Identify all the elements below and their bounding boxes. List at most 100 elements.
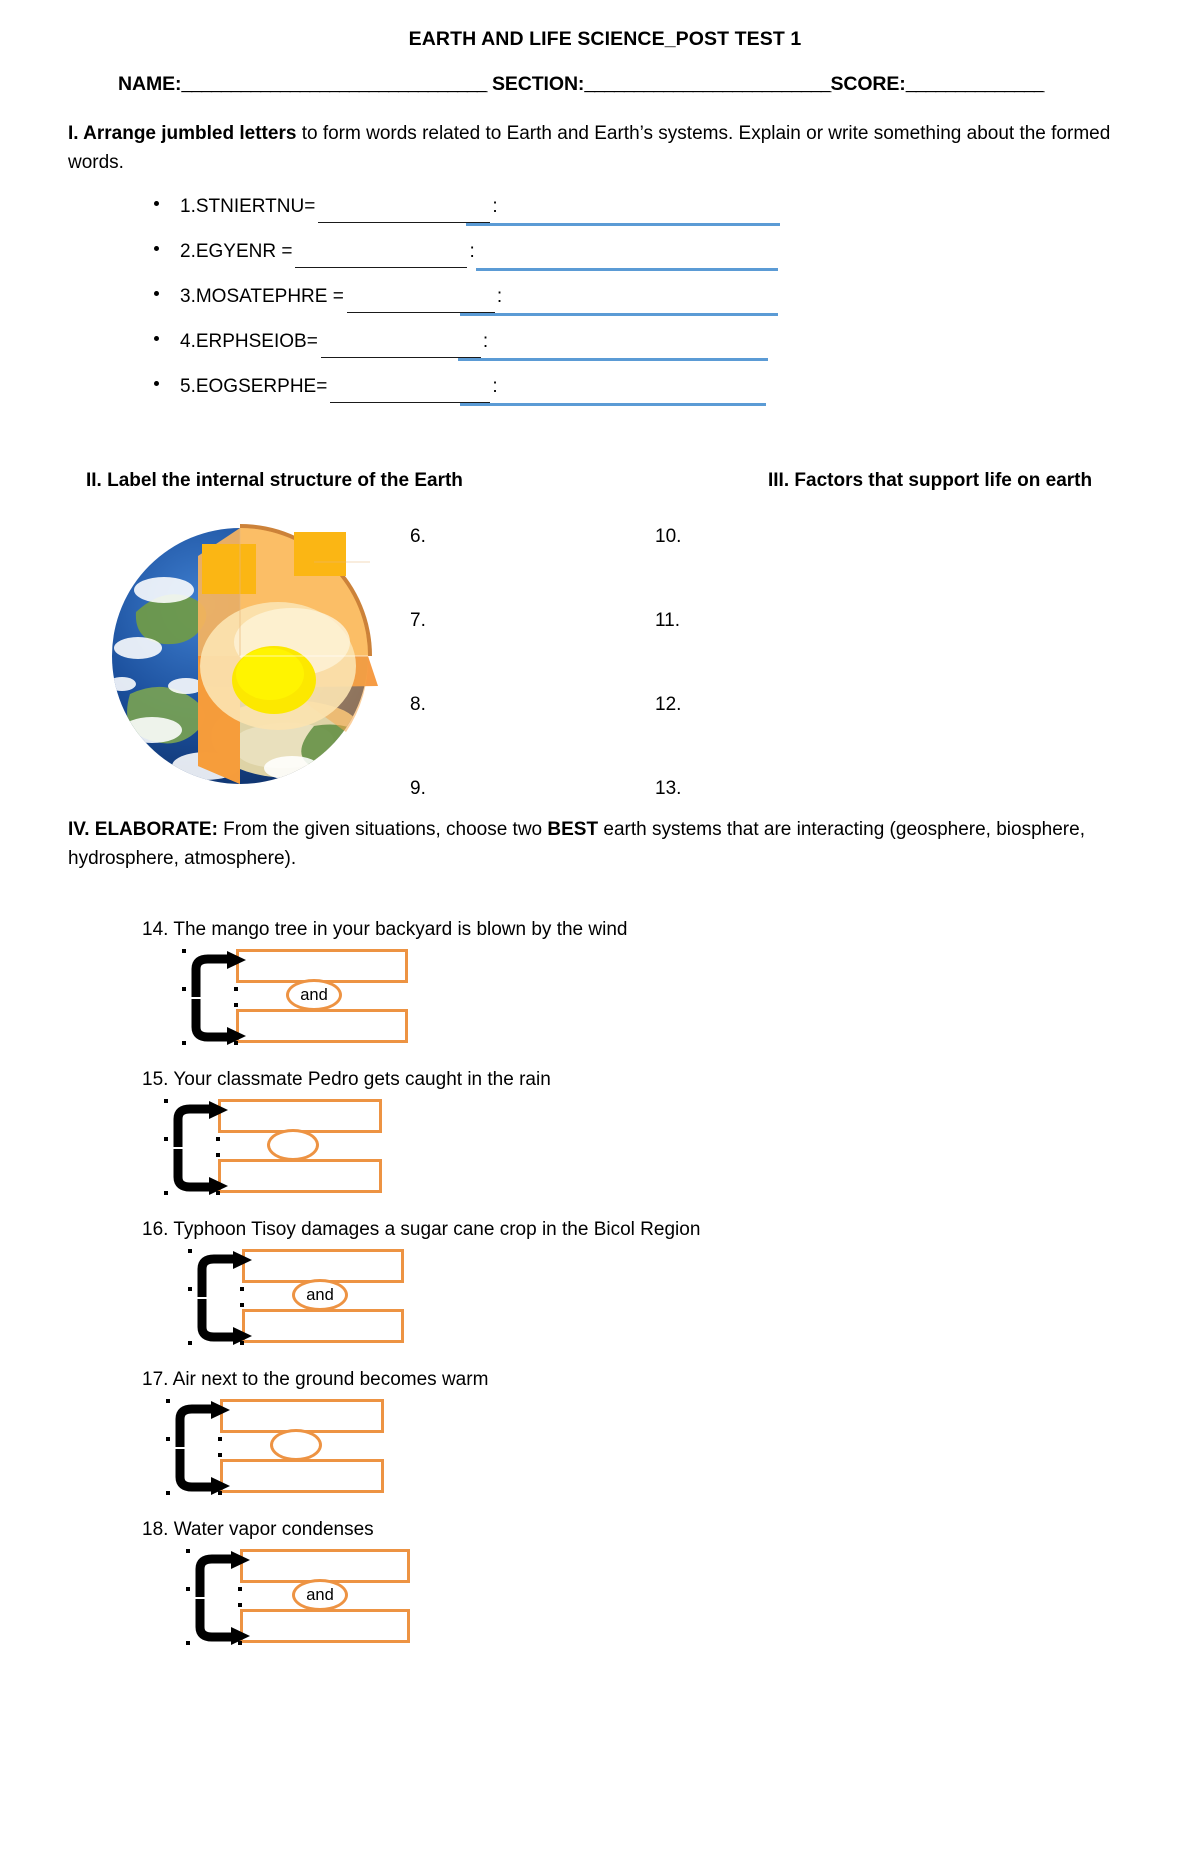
selection-handle [166, 1437, 170, 1441]
interaction-diagram: and [0, 947, 1200, 1049]
jumbled-letter-item: 2.EGYENR =: [68, 238, 1120, 283]
colon-separator: : [496, 286, 503, 307]
section-three-heading: III. Factors that support life on earth [768, 470, 1093, 491]
earth-system-box-top[interactable] [218, 1099, 382, 1133]
elbow-arrow-bottom-icon [190, 1597, 252, 1650]
and-connector-oval[interactable] [270, 1429, 322, 1461]
selection-handle [186, 1587, 190, 1591]
answer-blank[interactable] [318, 205, 491, 223]
earth-cutaway-icon [112, 524, 378, 784]
name-blank[interactable]: _______________________________ [181, 73, 487, 95]
section-three-number-column: 10. 11. 12. 13. [655, 526, 681, 862]
jumbled-word: 5.EOGSERPHE= [180, 376, 328, 397]
section-four-heading-best: BEST [547, 819, 599, 840]
elaborate-question: 18. Water vapor condenses and [0, 1519, 1200, 1649]
earth-system-box-top[interactable] [220, 1399, 384, 1433]
selection-handle [216, 1191, 220, 1195]
selection-handle [240, 1303, 244, 1307]
earth-system-box-top[interactable] [236, 949, 408, 983]
elbow-arrow-bottom-icon [168, 1147, 230, 1200]
earth-system-box-top[interactable] [240, 1549, 410, 1583]
section-two-heading: II. Label the internal structure of the … [86, 470, 463, 491]
explanation-line[interactable] [460, 313, 778, 316]
question-text: 17. Air next to the ground becomes warm [142, 1369, 489, 1390]
label-square-left [202, 544, 256, 594]
explanation-line[interactable] [476, 268, 778, 271]
selection-handle [238, 1641, 242, 1645]
jumbled-letter-item: 3.MOSATEPHRE =: [68, 283, 1120, 328]
selection-handle [234, 1041, 238, 1045]
jumbled-letter-item: 1.STNIERTNU=: [68, 193, 1120, 238]
explanation-line[interactable] [466, 223, 780, 226]
interaction-diagram: and [0, 1247, 1200, 1349]
answer-blank[interactable] [295, 250, 468, 268]
score-blank[interactable]: ______________ [906, 73, 1045, 95]
answer-number-item: 6. [410, 526, 426, 610]
answer-number-label: 6. [410, 526, 426, 547]
identification-line: NAME:_______________________________ SEC… [0, 73, 1200, 96]
answer-number-item: 11. [655, 610, 681, 694]
question-text: 14. The mango tree in your backyard is b… [142, 919, 628, 940]
answer-number-item: 7. [410, 610, 426, 694]
jumbled-word: 4.ERPHSEIOB= [180, 331, 318, 352]
explanation-line[interactable] [458, 358, 768, 361]
and-connector-oval[interactable]: and [292, 1279, 348, 1311]
section-four-heading-bold: IV. ELABORATE: [68, 819, 218, 840]
answer-number-label: 8. [410, 694, 426, 715]
earth-system-box-bottom[interactable] [218, 1159, 382, 1193]
earth-system-box-bottom[interactable] [220, 1459, 384, 1493]
colon-separator: : [469, 241, 475, 262]
jumbled-letter-item: 4.ERPHSEIOB=: [68, 328, 1120, 373]
elaborate-question: 14. The mango tree in your backyard is b… [0, 919, 1200, 1049]
answer-number-item: 8. [410, 694, 426, 778]
elbow-arrow-bottom-icon [170, 1447, 232, 1500]
answer-number-label: 13. [655, 778, 682, 799]
answer-number-label: 11. [655, 610, 681, 631]
name-label: NAME: [118, 73, 182, 95]
bullet-icon [154, 336, 159, 341]
section-label: SECTION: [491, 73, 585, 95]
elbow-arrow-bottom-icon [186, 997, 248, 1050]
selection-handle [234, 1003, 238, 1007]
score-label: SCORE: [830, 73, 906, 95]
section-two-three-headings: II. Label the internal structure of the … [0, 470, 1200, 498]
and-connector-oval[interactable] [267, 1129, 319, 1161]
answer-number-item: 9. [410, 778, 426, 862]
selection-handle [188, 1249, 192, 1253]
selection-handle [240, 1287, 244, 1291]
section-four: IV. ELABORATE: From the given situations… [0, 816, 1200, 873]
selection-handle [216, 1153, 220, 1157]
explanation-line[interactable] [460, 403, 766, 406]
earth-system-box-bottom[interactable] [236, 1009, 408, 1043]
section-blank[interactable]: _________________________ [584, 73, 831, 95]
answer-number-item: 13. [655, 778, 681, 862]
elaborate-questions: 14. The mango tree in your backyard is b… [0, 919, 1200, 1649]
question-text: 15. Your classmate Pedro gets caught in … [142, 1069, 551, 1090]
jumbled-word: 1.STNIERTNU= [180, 196, 316, 217]
section-four-heading-mid: From the given situations, choose two [217, 819, 548, 840]
and-connector-oval[interactable]: and [286, 979, 342, 1011]
selection-handle [218, 1453, 222, 1457]
elbow-arrow-bottom-icon [192, 1297, 254, 1350]
elaborate-question: 17. Air next to the ground becomes warm [0, 1369, 1200, 1499]
answer-blank[interactable] [346, 295, 495, 313]
answer-blank[interactable] [330, 385, 491, 403]
and-connector-oval[interactable]: and [292, 1579, 348, 1611]
answer-number-label: 12. [655, 694, 682, 715]
section-one-heading-bold: I. Arrange jumbled letters [68, 123, 297, 144]
earth-system-box-bottom[interactable] [240, 1609, 410, 1643]
colon-separator: : [492, 196, 498, 217]
selection-handle [164, 1099, 168, 1103]
jumbled-word: 3.MOSATEPHRE = [180, 286, 344, 307]
answer-number-label: 9. [410, 778, 426, 799]
answer-blank[interactable] [320, 340, 481, 358]
earth-system-box-bottom[interactable] [242, 1309, 404, 1343]
earth-system-box-top[interactable] [242, 1249, 404, 1283]
answer-number-label: 7. [410, 610, 426, 631]
colon-separator: : [482, 331, 489, 352]
answer-number-label: 10. [655, 526, 682, 547]
interaction-diagram [0, 1397, 1200, 1499]
selection-handle [166, 1491, 170, 1495]
section-two-number-column: 6. 7. 8. 9. [410, 526, 426, 862]
jumbled-letters-list: 1.STNIERTNU=:2.EGYENR =:3.MOSATEPHRE =:4… [68, 193, 1120, 418]
